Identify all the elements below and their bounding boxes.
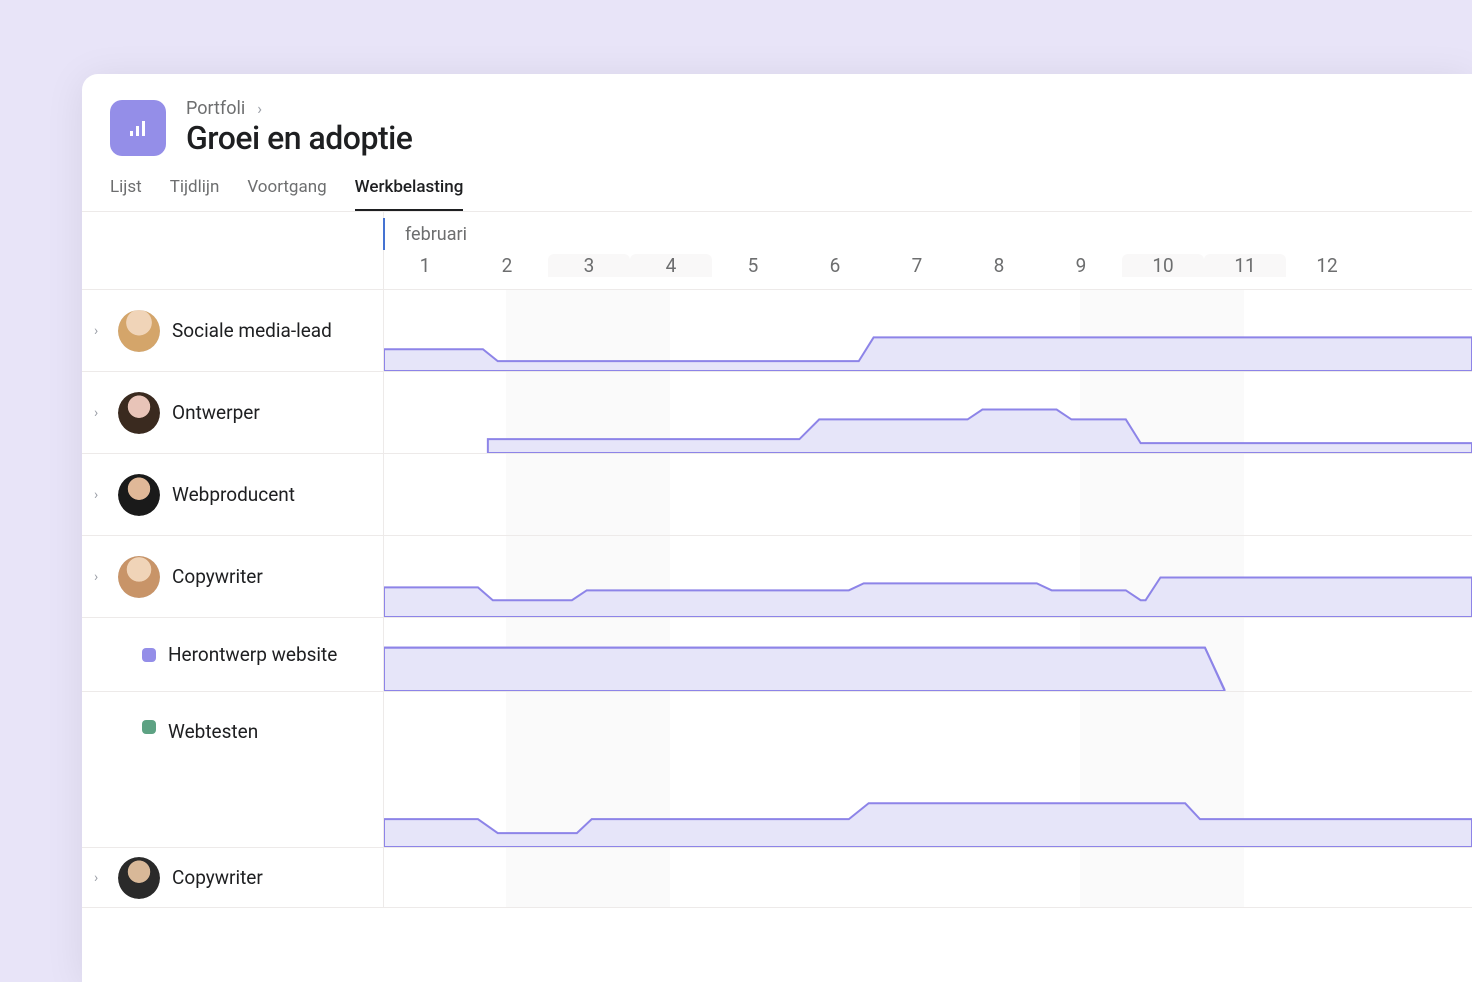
person-label: Ontwerper [172,401,260,424]
workload-chart [384,290,1472,371]
project-color-dot [142,720,156,734]
page-header: Portfoli › Groei en adoptie [82,74,1472,157]
workload-chart [384,692,1472,847]
breadcrumb[interactable]: Portfoli › [186,98,412,119]
workload-row-person[interactable]: › Copywriter [82,848,1472,908]
breadcrumb-parent: Portfoli [186,98,245,119]
day-header: 4 [630,254,712,277]
avatar [118,392,160,434]
workload-row-project[interactable]: Herontwerp website [82,618,1472,692]
chevron-right-icon: › [257,99,262,118]
workload-chart [384,372,1472,453]
day-header: 11 [1204,254,1286,277]
day-header: 8 [958,254,1040,277]
tab-timeline[interactable]: Tijdlijn [170,177,220,211]
app-window: Portfoli › Groei en adoptie Lijst Tijdli… [82,74,1472,982]
expand-chevron-icon[interactable]: › [94,405,106,421]
person-label: Webproducent [172,483,295,506]
workload-row-person[interactable]: › Sociale media-lead [82,290,1472,372]
workload-chart [384,454,1472,535]
avatar [118,857,160,899]
expand-chevron-icon[interactable]: › [94,487,106,503]
workload-row-project[interactable]: Webtesten [82,692,1472,848]
avatar [118,556,160,598]
workload-chart [384,618,1472,691]
workload-row-person[interactable]: › Copywriter [82,536,1472,618]
day-header: 7 [876,254,958,277]
workload-row-person[interactable]: › Webproducent [82,454,1472,536]
day-header: 12 [1286,254,1368,277]
day-header: 5 [712,254,794,277]
workload-row-person[interactable]: › Ontwerper [82,372,1472,454]
project-label: Herontwerp website [168,643,337,666]
project-color-dot [142,648,156,662]
person-label: Copywriter [172,565,263,588]
person-label: Copywriter [172,866,263,889]
day-header: 9 [1040,254,1122,277]
portfolio-folder-icon [110,100,166,156]
day-header: 6 [794,254,876,277]
avatar [118,474,160,516]
workload-chart [384,848,1472,907]
project-label: Webtesten [168,720,258,743]
expand-chevron-icon[interactable]: › [94,870,106,886]
person-label: Sociale media-lead [172,319,332,342]
tab-list[interactable]: Lijst [110,177,142,211]
tab-workload[interactable]: Werkbelasting [355,177,464,211]
timeline-header: februari 1 2 3 4 5 6 7 8 9 10 11 12 [82,212,1472,290]
day-header: 10 [1122,254,1204,277]
day-header: 1 [384,254,466,277]
avatar [118,310,160,352]
tab-progress[interactable]: Voortgang [247,177,326,211]
page-title: Groei en adoptie [186,119,412,157]
workload-chart [384,536,1472,617]
expand-chevron-icon[interactable]: › [94,569,106,585]
timeline-days: 1 2 3 4 5 6 7 8 9 10 11 12 [384,254,1472,289]
day-header: 3 [548,254,630,277]
view-tabs: Lijst Tijdlijn Voortgang Werkbelasting [82,163,1472,212]
timeline-month: februari [383,218,1472,250]
workload-rows: › Sociale media-lead › Ontw [82,290,1472,908]
expand-chevron-icon[interactable]: › [94,323,106,339]
day-header: 2 [466,254,548,277]
